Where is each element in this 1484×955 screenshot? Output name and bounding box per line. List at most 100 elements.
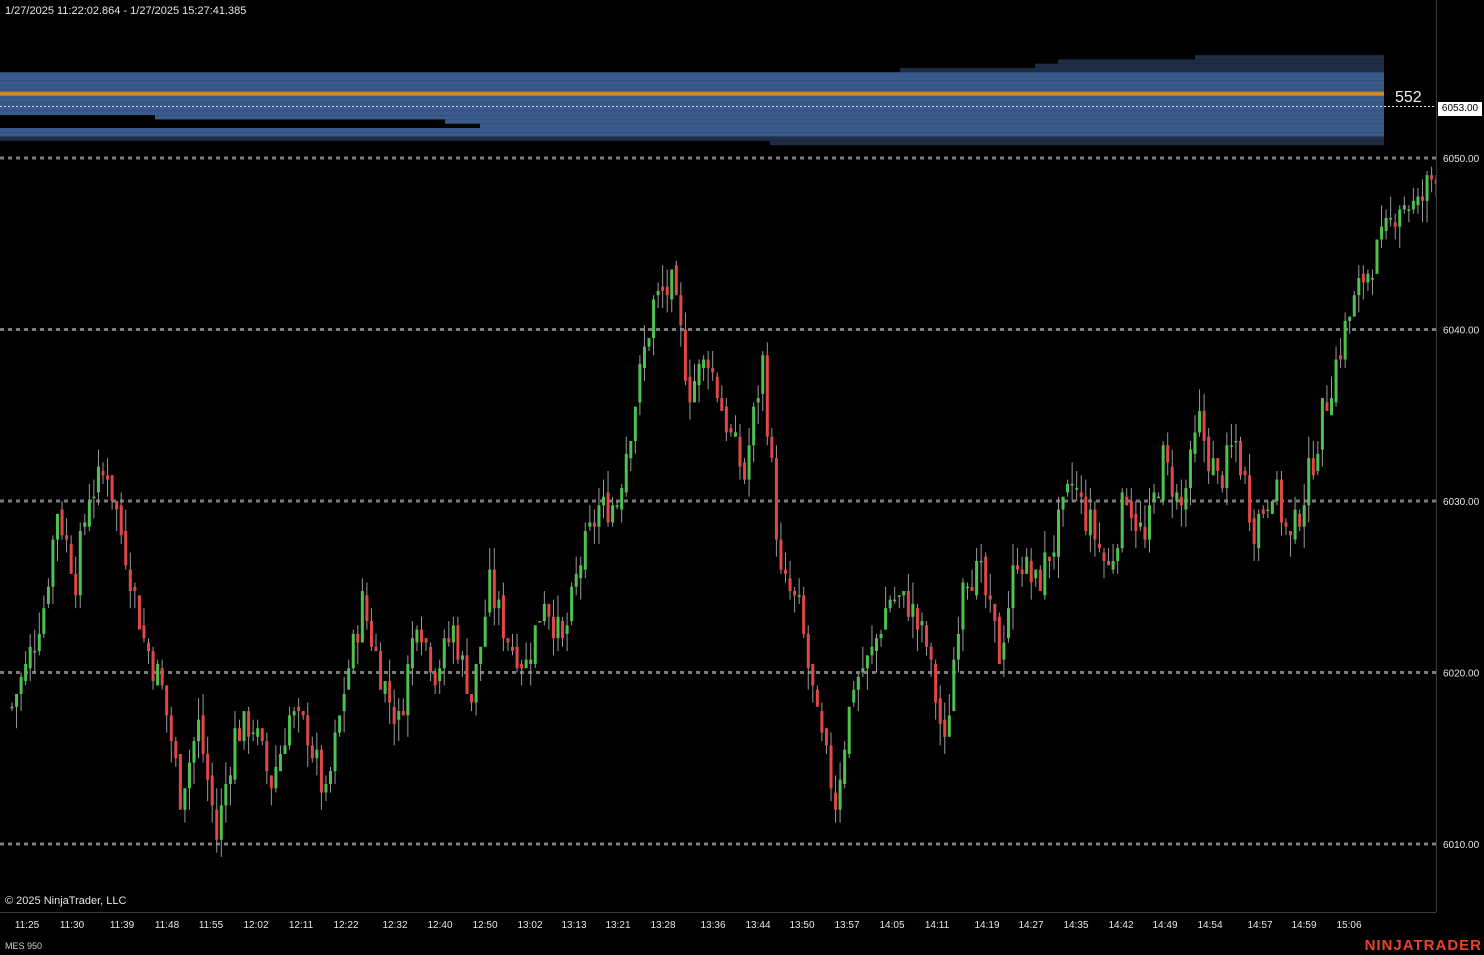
candle-up [1175,492,1179,501]
price-axis[interactable]: 6010.00 6020.00 6030.00 6040.00 6050.00 [1436,0,1484,912]
candle-down [206,753,210,780]
candle-down [551,616,555,639]
candle-up [1088,509,1092,536]
candle-up [197,719,201,742]
candle-up [797,595,801,597]
volume-profile-bar [0,97,1384,103]
candle-up [1011,565,1015,609]
candle-up [1375,239,1379,274]
candle-up [1138,522,1142,527]
candle-down [165,685,169,716]
candle-up [961,582,965,630]
time-tick-label: 14:35 [1063,920,1088,931]
price-tick-label: 6040.00 [1443,326,1480,337]
candle-up [574,573,578,587]
candle-up [1275,479,1279,501]
candle-up [96,466,100,493]
candle-down [788,578,792,592]
candle-up [342,693,346,712]
candle-down [124,531,128,566]
candle-up [228,775,232,784]
candle-up [24,663,28,682]
candle-up [1148,505,1151,540]
candle-down [834,792,838,810]
candle-up [856,676,860,690]
candle-down [1243,470,1247,476]
candle-up [1120,492,1124,549]
candle-up [438,668,442,682]
candle-up [897,595,901,597]
candle-up [1352,295,1356,317]
candle-up [1425,175,1429,201]
candle-up [902,591,906,596]
candle-down [1252,518,1256,544]
candle-down [1207,436,1211,471]
price-chart[interactable] [0,0,1484,912]
candle-down [683,329,687,381]
candle-up [187,762,191,789]
volume-profile-bar [1035,63,1384,68]
candle-up [33,651,37,653]
candle-down [511,646,514,652]
candle-down [829,745,833,789]
candle-down [1289,531,1293,536]
candle-up [315,749,319,759]
time-tick-label: 12:50 [472,920,497,931]
candle-up [1270,501,1274,514]
time-tick-label: 13:02 [517,920,542,931]
candle-up [693,380,696,403]
candle-up [1370,278,1374,280]
candle-down [1311,458,1315,476]
candle-down [465,655,469,694]
candle-up [911,603,915,617]
candle-up [1380,226,1384,240]
candle-down [688,376,692,403]
candle-down [592,522,596,527]
candle-down [806,633,810,669]
candle-down [606,492,610,523]
price-axis-labels: 6010.00 6020.00 6030.00 6040.00 6050.00 [1443,154,1480,851]
candle-down [824,728,828,746]
candle-down [119,505,123,536]
candle-down [1166,445,1170,463]
candle-up [329,771,332,784]
candle-down [706,359,710,369]
candle-down [101,470,105,476]
candle-up [843,749,847,784]
candle-up [1052,552,1056,557]
candle-up [87,501,91,527]
chart-area[interactable]: 1/27/2025 11:22:02.864 - 1/27/2025 15:27… [0,0,1484,912]
candle-up [638,363,642,403]
candle-down [1125,496,1129,506]
candle-down [420,629,423,643]
candle-up [533,625,537,664]
candle-down [793,591,797,596]
brand-logo: NINJATRADER [1364,937,1482,954]
candle-up [1229,445,1233,447]
time-tick-label: 11:25 [15,920,40,931]
time-tick-label: 14:49 [1152,920,1177,931]
candle-down [369,621,373,647]
candle-up [1348,316,1352,321]
candle-up [479,646,483,664]
candle-up [15,693,19,707]
candle-down [429,646,433,673]
time-axis[interactable]: 11:25 11:30 11:39 11:48 11:55 12:02 12:11 12:22… [0,912,1436,935]
candle-down [424,638,428,643]
candle-up [1302,505,1306,527]
time-tick-label: 14:54 [1197,920,1222,931]
candle-up [1116,548,1120,562]
candle-down [815,689,819,707]
candle-down [210,775,214,806]
time-tick-label: 11:55 [199,920,224,931]
candle-up [524,659,528,669]
candle-up [288,715,292,746]
volume-profile-bar [155,115,1384,120]
candle-up [256,728,260,737]
candle-up [656,290,660,296]
candle-up [1061,496,1065,510]
candle-up [642,346,646,369]
candle-up [56,513,59,540]
candle-up [474,663,478,703]
volume-profile-bar [480,123,1384,128]
